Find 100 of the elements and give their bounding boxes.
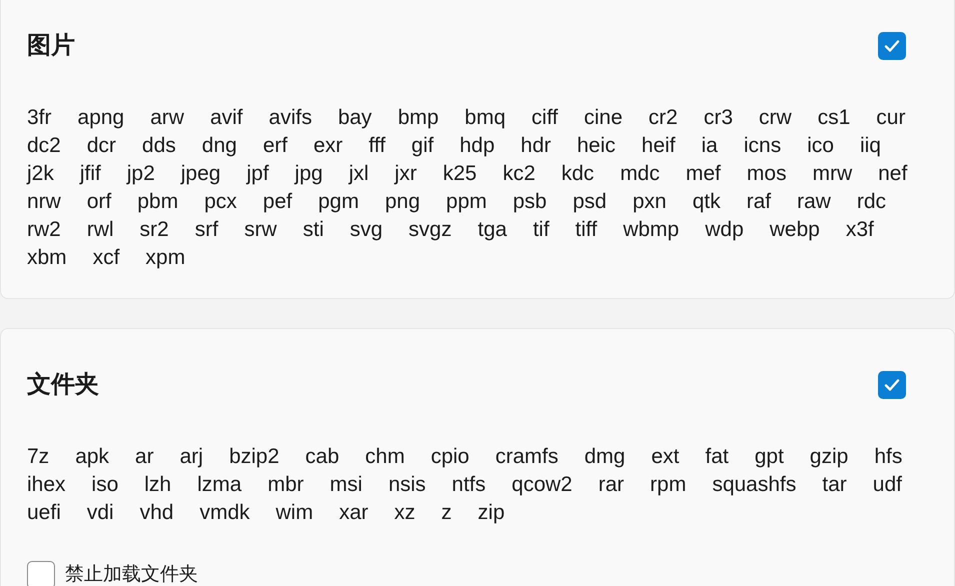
file-extension: rw2 (27, 217, 61, 243)
file-extension: tif (532, 217, 550, 243)
file-extension: msi (330, 472, 362, 498)
file-extension: dc2 (27, 133, 61, 159)
file-extension: cr3 (704, 105, 733, 131)
file-extension: sti (302, 217, 324, 243)
file-extension: cramfs (495, 444, 558, 470)
checkbox[interactable] (878, 32, 906, 60)
file-extension: arj (180, 444, 204, 470)
file-extension: mdc (620, 161, 660, 187)
file-extension: jp2 (126, 161, 155, 187)
file-extension: pef (262, 189, 292, 215)
file-extension: j2k (27, 161, 54, 187)
file-extension: wbmp (623, 217, 680, 243)
file-extension: x3f (846, 217, 874, 243)
file-extension: fff (368, 133, 386, 159)
file-extension: gpt (754, 444, 784, 470)
file-extension: webp (770, 217, 820, 243)
file-extension: dng (202, 133, 237, 159)
file-extension: zip (478, 500, 505, 526)
file-extension: cur (876, 105, 906, 131)
file-extension: svgz (408, 217, 452, 243)
file-extension: jxl (348, 161, 369, 187)
file-extension: pbm (137, 189, 178, 215)
file-extension: xz (394, 500, 416, 526)
file-extension: hfs (874, 444, 902, 470)
file-extension: rpm (650, 472, 686, 498)
section-title: 文件夹 (27, 370, 99, 400)
file-extension: z (441, 500, 452, 526)
file-extension: hdr (520, 133, 551, 159)
file-extension: pcx (204, 189, 237, 215)
file-extension: tga (478, 217, 507, 243)
file-extension: rwl (86, 217, 114, 243)
file-extension: dmg (584, 444, 626, 470)
file-extension: orf (86, 189, 112, 215)
file-extension: 7z (27, 444, 50, 470)
file-extension: cine (584, 105, 623, 131)
file-extension: wdp (705, 217, 744, 243)
file-extension: arw (150, 105, 184, 131)
checkbox[interactable] (878, 371, 906, 399)
file-extension: ar (135, 444, 154, 470)
file-extension: rdc (856, 189, 886, 215)
file-extension: vdi (86, 500, 114, 526)
file-extension: jxr (394, 161, 417, 187)
file-extension: hdp (460, 133, 495, 159)
file-extension: udf (872, 472, 902, 498)
file-extension: xpm (146, 245, 186, 271)
file-extension: psb (512, 189, 547, 215)
file-extension: ihex (27, 472, 66, 498)
file-extension: srw (244, 217, 277, 243)
file-extension: avifs (268, 105, 312, 131)
file-extension: svg (350, 217, 383, 243)
file-extension: jfif (80, 161, 101, 187)
file-extension: tar (822, 472, 847, 498)
file-extension: chm (365, 444, 405, 470)
file-extension: kdc (561, 161, 594, 187)
file-extension: sr2 (140, 217, 169, 243)
file-extension: squashfs (712, 472, 796, 498)
file-extension: cr2 (648, 105, 678, 131)
file-extension: wim (276, 500, 314, 526)
file-extension: ntfs (452, 472, 486, 498)
file-extension: jpf (246, 161, 269, 187)
file-extension: png (384, 189, 420, 215)
file-extension: dds (142, 133, 176, 159)
file-extension: ia (701, 133, 718, 159)
file-extension: nsis (388, 472, 426, 498)
file-extension: mos (746, 161, 786, 187)
file-extension: xcf (92, 245, 120, 271)
file-extension: vmdk (200, 500, 250, 526)
file-extension: gzip (810, 444, 848, 470)
file-extension: raw (796, 189, 831, 215)
file-extension: mbr (268, 472, 304, 498)
file-extension: uefi (27, 500, 61, 526)
file-extension: dcr (86, 133, 116, 159)
file-extension: avif (210, 105, 243, 131)
file-extension: nef (878, 161, 908, 187)
file-extension: fat (705, 444, 729, 470)
file-extension: tiff (575, 217, 598, 243)
file-extension: apng (78, 105, 124, 131)
file-extension: ppm (446, 189, 487, 215)
file-extension: nrw (27, 189, 61, 215)
section-title: 图片 (27, 31, 75, 61)
file-extension: pxn (632, 189, 666, 215)
file-extension: icns (744, 133, 782, 159)
file-extension: pgm (318, 189, 359, 215)
file-extension: iiq (860, 133, 881, 159)
file-extension: crw (758, 105, 792, 131)
checkbox-label: 禁止加载文件夹 (65, 563, 198, 586)
file-extension: raf (746, 189, 771, 215)
file-extension: apk (75, 444, 110, 470)
file-extension: cab (305, 444, 340, 470)
file-extension: mrw (812, 161, 852, 187)
file-extension: srf (194, 217, 218, 243)
file-extension: lzh (144, 472, 172, 498)
file-extension: ext (651, 444, 680, 470)
file-extension: iso (92, 472, 118, 498)
file-extension: bmq (464, 105, 506, 131)
checkbox[interactable] (27, 561, 55, 586)
file-extension: exr (313, 133, 343, 159)
file-extension: qtk (692, 189, 720, 215)
